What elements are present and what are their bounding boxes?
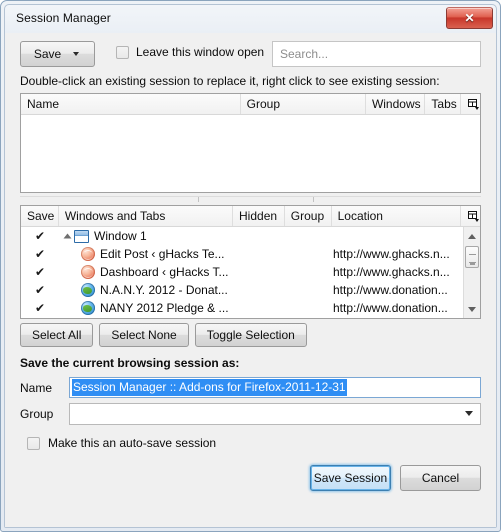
sessions-column-windows[interactable]: Windows [366, 94, 426, 114]
auto-save-checkbox[interactable] [27, 436, 40, 450]
row-title: N.A.N.Y. 2012 - Donat... [100, 283, 228, 297]
sessions-table-header: Name Group Windows Tabs [21, 94, 480, 115]
close-icon: ✕ [464, 11, 475, 25]
row-save-checkmark[interactable]: ✔ [21, 248, 59, 260]
session-name-input[interactable]: Session Manager :: Add-ons for Firefox-2… [69, 377, 481, 398]
toolbar: Save Leave this window open Search... [20, 41, 481, 67]
sessions-table-body[interactable] [21, 115, 480, 192]
row-title-cell[interactable]: N.A.N.Y. 2012 - Donat... [59, 283, 234, 297]
wordpress-favicon [81, 265, 95, 279]
save-split-button[interactable]: Save [20, 41, 95, 67]
session-name-value: Session Manager :: Add-ons for Firefox-2… [72, 379, 347, 396]
globe-favicon [81, 283, 95, 297]
window-icon [74, 229, 89, 243]
row-save-checkmark[interactable]: ✔ [21, 284, 59, 296]
checkmark-icon: ✔ [34, 248, 46, 260]
tabs-scrollbar[interactable] [463, 227, 480, 318]
save-session-heading: Save the current browsing session as: [20, 356, 240, 370]
session-manager-window: Session Manager ✕ Save Leave this window… [0, 0, 501, 532]
row-save-checkmark[interactable]: ✔ [21, 302, 59, 314]
name-field-row: Name Session Manager :: Add-ons for Fire… [20, 377, 481, 398]
table-row[interactable]: ✔ Dashboard ‹ gHacks T... http://www.ghack… [21, 263, 463, 281]
group-select[interactable] [69, 402, 481, 425]
row-save-checkmark[interactable]: ✔ [21, 266, 59, 278]
row-location-cell: http://www.ghacks.n... [333, 247, 450, 261]
chevron-down-icon[interactable] [73, 52, 80, 56]
row-title: NANY 2012 Pledge & ... [100, 301, 229, 315]
checkmark-icon: ✔ [34, 302, 46, 314]
table-splitter[interactable] [20, 196, 481, 203]
table-row[interactable]: ✔ N.A.N.Y. 2012 - Donat... http://www.dona… [21, 281, 463, 299]
select-all-button[interactable]: Select All [20, 323, 94, 347]
search-input[interactable]: Search... [272, 41, 481, 67]
window-frame-inner: Session Manager ✕ Save Leave this window… [4, 4, 497, 528]
window-title: Session Manager [16, 11, 111, 25]
row-save-checkmark[interactable]: ✔ [21, 230, 59, 242]
leave-window-open-row[interactable]: Leave this window open [116, 45, 264, 59]
title-bar[interactable]: Session Manager ✕ [5, 5, 496, 33]
row-title-cell[interactable]: Dashboard ‹ gHacks T... [59, 265, 234, 279]
group-field-row: Group [20, 402, 481, 425]
tabs-rows: ✔ Window 1 ✔ Edit Post ‹ gHacks Te... http:/… [21, 227, 463, 318]
sessions-column-tabs[interactable]: Tabs [425, 94, 461, 114]
row-title-cell[interactable]: NANY 2012 Pledge & ... [59, 301, 234, 315]
tabs-viewport: ✔ Window 1 ✔ Edit Post ‹ gHacks Te... http:/… [21, 227, 480, 318]
scroll-up-arrow-icon[interactable] [464, 228, 480, 244]
save-session-button[interactable]: Save Session [310, 465, 391, 491]
leave-window-open-label: Leave this window open [136, 45, 265, 59]
expand-collapse-twisty-icon[interactable] [63, 233, 72, 239]
tabs-table-header: Save Windows and Tabs Hidden Group Locat… [21, 206, 480, 227]
table-row[interactable]: ✔ NANY 2012 Pledge & ... http://www.donati… [21, 299, 463, 317]
group-field-label: Group [20, 406, 54, 421]
row-location-cell: http://www.ghacks.n... [333, 265, 450, 279]
hint-label: Double-click an existing session to repl… [20, 74, 440, 88]
tabs-column-hidden[interactable]: Hidden [233, 206, 285, 226]
auto-save-row[interactable]: Make this an auto-save session [27, 436, 216, 450]
sessions-column-name[interactable]: Name [21, 94, 241, 114]
checkmark-icon: ✔ [34, 284, 46, 296]
cancel-button[interactable]: Cancel [400, 465, 481, 491]
dialog-buttons: Save Session Cancel [310, 465, 481, 491]
scroll-down-arrow-icon[interactable] [464, 301, 480, 317]
tabs-column-location[interactable]: Location [332, 206, 461, 226]
tabs-column-windows-and-tabs[interactable]: Windows and Tabs [59, 206, 234, 226]
save-button-label: Save [33, 47, 62, 61]
windows-and-tabs-table[interactable]: Save Windows and Tabs Hidden Group Locat… [20, 205, 481, 319]
row-location-cell: http://www.donation... [333, 301, 448, 315]
chevron-down-icon [465, 411, 473, 416]
column-picker-icon[interactable] [461, 94, 480, 114]
wordpress-favicon [81, 247, 95, 261]
search-placeholder: Search... [280, 47, 329, 61]
table-row[interactable]: ✔ Window 1 [21, 227, 463, 245]
close-button[interactable]: ✕ [446, 7, 493, 29]
tabs-column-save[interactable]: Save [21, 206, 59, 226]
dialog-content: Save Leave this window open Search... Do… [5, 33, 496, 527]
row-title: Edit Post ‹ gHacks Te... [100, 247, 225, 261]
row-title: Window 1 [94, 229, 147, 243]
row-title-cell[interactable]: Edit Post ‹ gHacks Te... [59, 247, 234, 261]
checkmark-icon: ✔ [34, 266, 46, 278]
row-location-cell: http://www.donation... [333, 283, 448, 297]
globe-favicon [81, 301, 95, 315]
sessions-column-group[interactable]: Group [241, 94, 366, 114]
table-row[interactable]: ✔ Edit Post ‹ gHacks Te... http://www.ghac… [21, 245, 463, 263]
name-field-label: Name [20, 380, 53, 395]
sessions-table[interactable]: Name Group Windows Tabs [20, 93, 481, 193]
selection-buttons: Select All Select None Toggle Selection [20, 323, 307, 347]
row-title-cell[interactable]: Window 1 [59, 229, 234, 243]
toggle-selection-button[interactable]: Toggle Selection [194, 323, 307, 347]
auto-save-label: Make this an auto-save session [48, 436, 217, 450]
tabs-column-group[interactable]: Group [285, 206, 332, 226]
row-title: Dashboard ‹ gHacks T... [100, 265, 229, 279]
column-picker-icon[interactable] [461, 206, 480, 226]
checkmark-icon: ✔ [34, 230, 46, 242]
select-none-button[interactable]: Select None [99, 323, 189, 347]
scrollbar-thumb[interactable] [465, 246, 479, 268]
leave-window-open-checkbox[interactable] [116, 45, 129, 59]
